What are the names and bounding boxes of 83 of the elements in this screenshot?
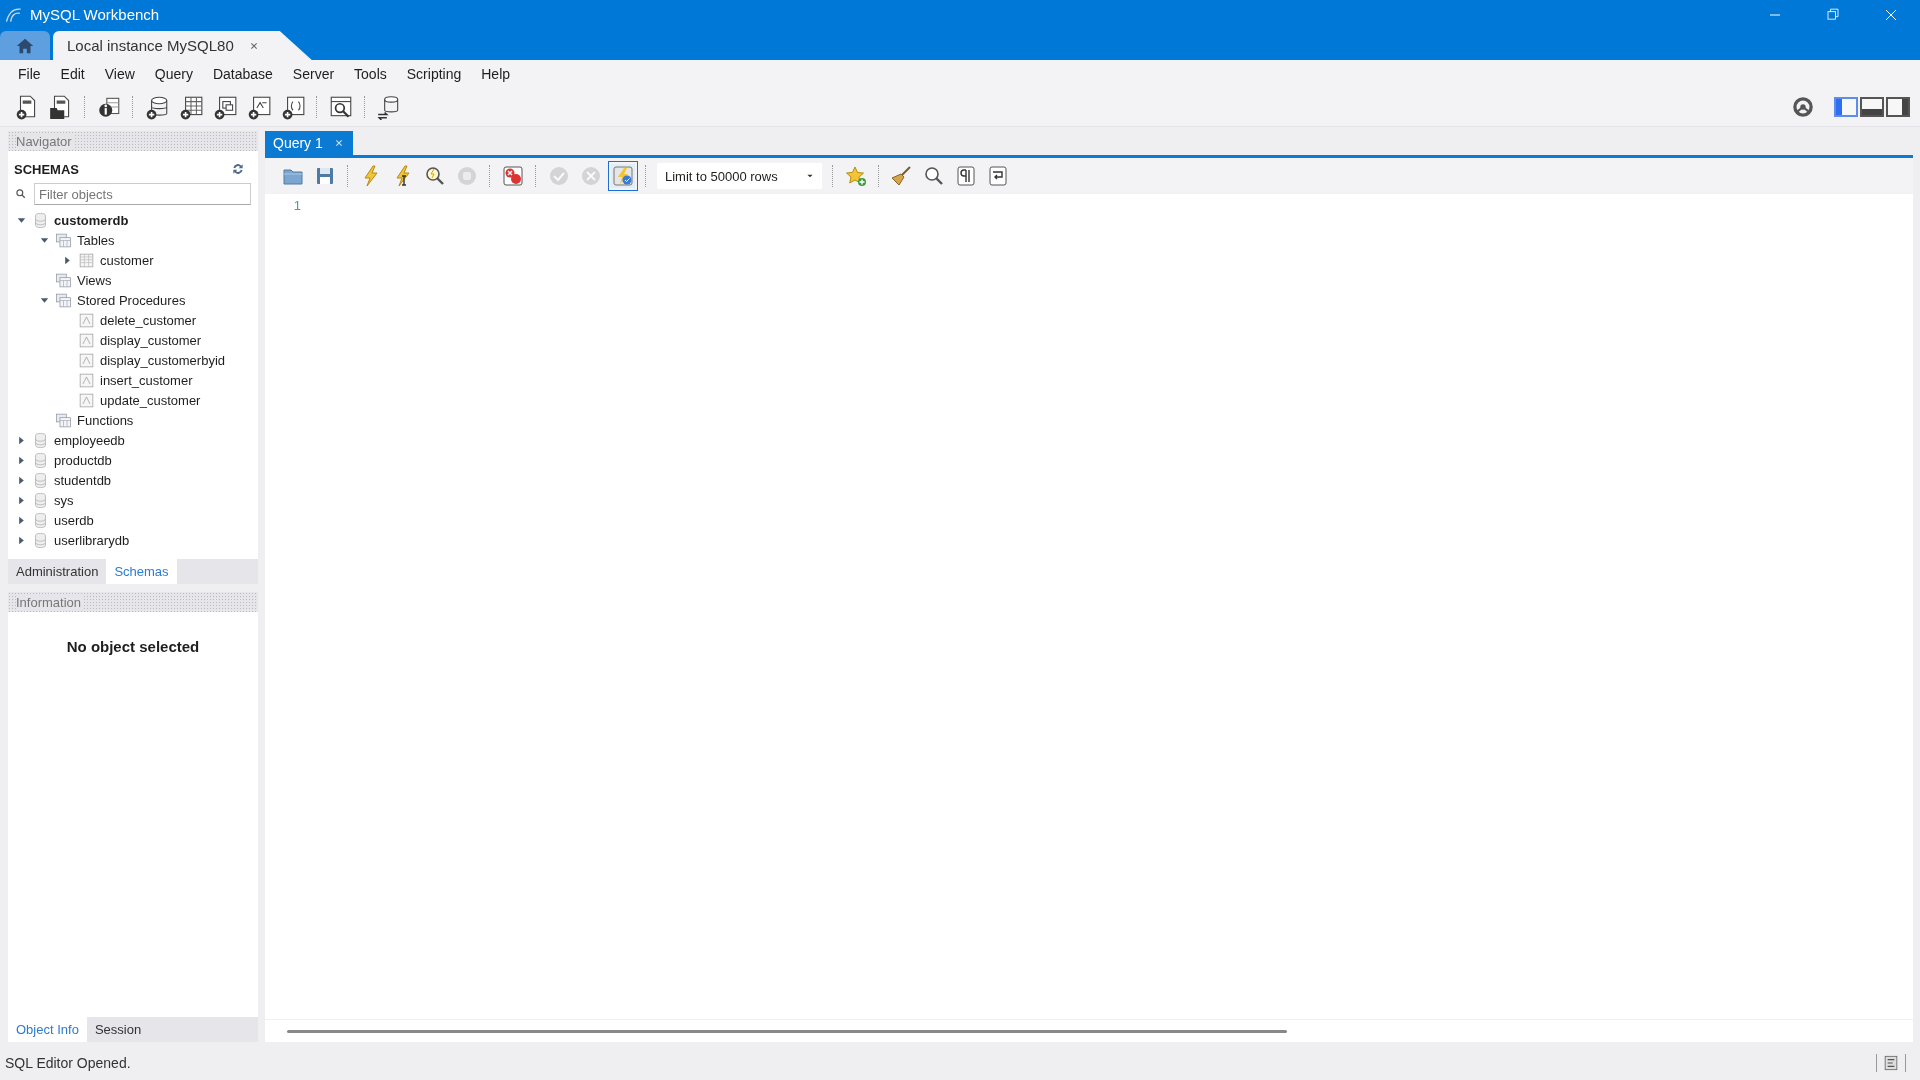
expand-arrow-icon[interactable] [16, 494, 27, 506]
panel-tab[interactable]: Schemas [106, 559, 177, 584]
expand-arrow-icon[interactable] [16, 514, 27, 526]
window-title: MySQL Workbench [30, 6, 160, 23]
tree-item[interactable]: delete_customer [8, 310, 258, 330]
query-tab[interactable]: Query 1 [265, 131, 353, 155]
navigator-header: Navigator [8, 131, 258, 151]
settings-icon[interactable] [1790, 94, 1816, 120]
tree-item[interactable]: sys [8, 490, 258, 510]
line-number: 1 [292, 198, 301, 215]
database-icon [32, 431, 49, 449]
create-table-icon[interactable] [178, 94, 204, 120]
tree-item[interactable]: insert_customer [8, 370, 258, 390]
panel-tab[interactable]: Administration [8, 559, 107, 584]
tree-item[interactable]: customerdb [8, 210, 258, 230]
expand-arrow-icon[interactable] [16, 454, 27, 466]
menu-item[interactable]: View [94, 64, 145, 84]
menu-item[interactable]: Edit [50, 64, 95, 84]
database-icon [32, 471, 49, 489]
menu-item[interactable]: Query [144, 64, 203, 84]
tree-item[interactable]: Tables [8, 230, 258, 250]
panel-tab[interactable]: Object Info [8, 1017, 87, 1042]
panel-tab[interactable]: Session [86, 1017, 150, 1042]
tree-item[interactable]: display_customerbyid [8, 350, 258, 370]
expand-arrow-icon[interactable] [62, 254, 73, 266]
panel-toggle-button[interactable] [1860, 97, 1884, 117]
expand-arrow-icon[interactable] [16, 434, 27, 446]
menu-item[interactable]: Database [202, 64, 283, 84]
routine-icon [78, 351, 95, 369]
database-icon [32, 511, 49, 529]
tree-item[interactable]: studentdb [8, 470, 258, 490]
table-icon [78, 251, 95, 269]
menu-item[interactable]: File [8, 64, 51, 84]
tree-item[interactable]: customer [8, 250, 258, 270]
database-icon [32, 211, 49, 229]
routine-icon [78, 331, 95, 349]
panel-toggle-button[interactable] [1834, 97, 1858, 117]
create-view-icon[interactable] [212, 94, 238, 120]
tree-item[interactable]: Stored Procedures [8, 290, 258, 310]
folder-icon [55, 231, 72, 249]
tree-item[interactable]: Functions [8, 410, 258, 430]
filter-field[interactable]: Filter objects [34, 183, 251, 205]
search-icon [14, 187, 28, 201]
folder-icon [55, 271, 72, 289]
expand-arrow-icon[interactable] [16, 534, 27, 546]
tree-item[interactable]: userdb [8, 510, 258, 530]
stop-on-error-icon[interactable] [501, 164, 525, 188]
row-limit-dropdown[interactable]: Limit to 50000 rows [657, 163, 822, 189]
information-header: Information [8, 592, 258, 612]
folder-icon [55, 411, 72, 429]
menu-item[interactable]: Tools [344, 64, 397, 84]
star-plus-icon[interactable] [843, 164, 868, 188]
tree-item[interactable]: Views [8, 270, 258, 290]
create-function-icon[interactable] [280, 94, 306, 120]
auto-commit-toggle-icon[interactable] [611, 164, 635, 188]
menu-item[interactable]: Help [471, 64, 521, 84]
panel-toggle-button[interactable] [1886, 97, 1910, 117]
info-message: No object selected [66, 638, 200, 657]
menu-item[interactable]: Scripting [396, 64, 472, 84]
search-table-data-icon[interactable] [328, 94, 354, 120]
expand-arrow-icon[interactable] [16, 474, 27, 486]
broom-icon[interactable] [889, 164, 914, 188]
home-tab[interactable] [0, 31, 50, 60]
routine-icon [78, 311, 95, 329]
tree-item[interactable]: update_customer [8, 390, 258, 410]
database-icon [32, 531, 49, 549]
section-title: SCHEMAS [14, 161, 79, 177]
routine-icon [78, 391, 95, 409]
database-icon [32, 491, 49, 509]
database-icon [32, 451, 49, 469]
menu-item[interactable]: Server [282, 64, 345, 84]
tree-item[interactable]: productdb [8, 450, 258, 470]
routine-icon [78, 371, 95, 389]
folder-icon [55, 291, 72, 309]
tree-item[interactable]: display_customer [8, 330, 258, 350]
scrollbar-thumb[interactable] [287, 1029, 1287, 1033]
connection-tab[interactable]: Local instance MySQL80 [53, 31, 312, 60]
refresh-icon[interactable] [230, 161, 246, 177]
tree-item[interactable]: userlibrarydb [8, 530, 258, 550]
status-message: SQL Editor Opened. [5, 1055, 131, 1071]
tree-item[interactable]: employeedb [8, 430, 258, 450]
create-schema-icon[interactable] [144, 94, 170, 120]
create-procedure-icon[interactable] [246, 94, 272, 120]
